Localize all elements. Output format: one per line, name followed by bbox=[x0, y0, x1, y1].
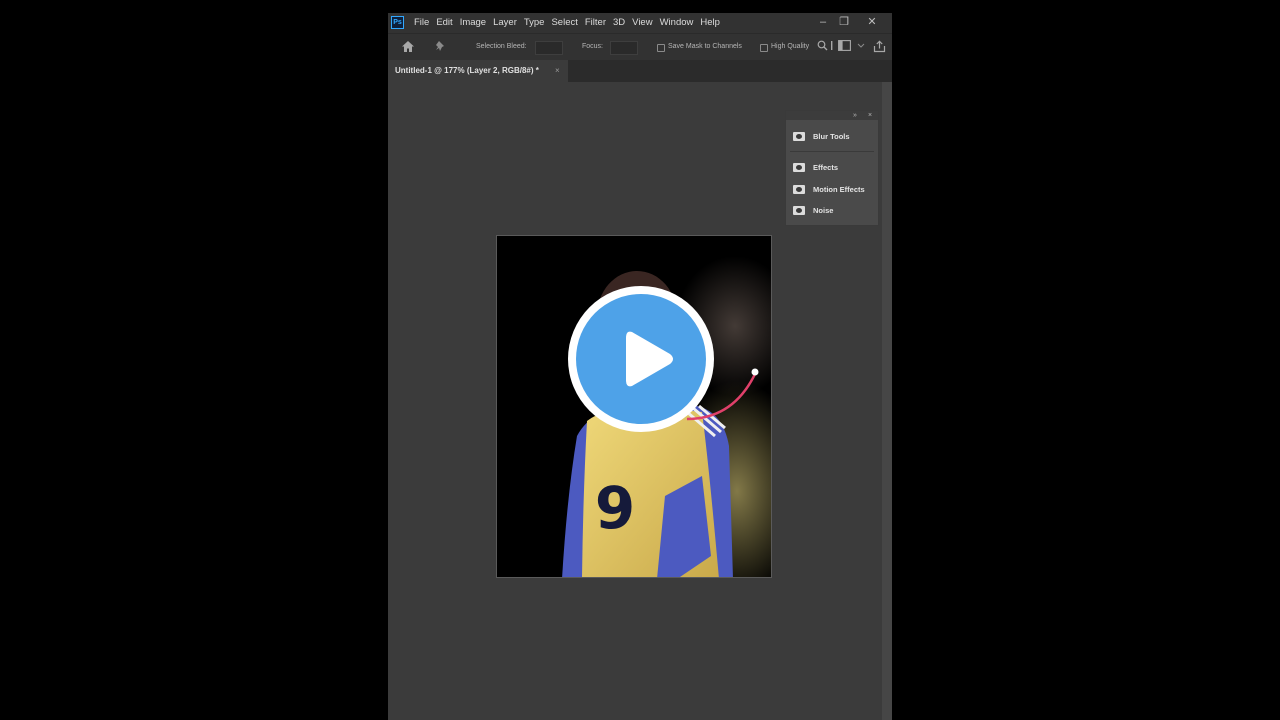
menu-window[interactable]: Window bbox=[660, 13, 694, 33]
high-quality-label: High Quality bbox=[771, 43, 810, 50]
collapse-panel-icon[interactable]: » bbox=[853, 111, 857, 120]
save-mask-checkbox[interactable] bbox=[657, 44, 665, 52]
play-button-face bbox=[576, 294, 706, 424]
menu-help[interactable]: Help bbox=[700, 13, 720, 33]
focus-label: Focus: bbox=[582, 43, 604, 50]
noise-icon bbox=[793, 206, 805, 215]
menu-layer[interactable]: Layer bbox=[493, 13, 517, 33]
effects-icon bbox=[793, 163, 805, 172]
selection-bleed-field[interactable] bbox=[535, 41, 563, 55]
menu-items: File Edit Image Layer Type Select Filter… bbox=[414, 13, 727, 33]
focus-field[interactable] bbox=[610, 41, 638, 55]
divider-icon bbox=[831, 41, 833, 50]
document-tab-title: Untitled-1 @ 177% (Layer 2, RGB/8#) * bbox=[395, 66, 539, 75]
chevron-down-icon[interactable] bbox=[857, 40, 865, 51]
panel-item-noise[interactable]: Noise bbox=[792, 205, 874, 219]
home-icon[interactable] bbox=[401, 40, 415, 53]
motion-effects-icon bbox=[793, 185, 805, 194]
high-quality-checkbox[interactable] bbox=[760, 44, 768, 52]
minimize-button[interactable]: – bbox=[814, 13, 832, 33]
blur-tools-icon bbox=[793, 132, 805, 141]
photoshop-logo-icon: Ps bbox=[391, 16, 404, 29]
restore-button[interactable]: ❐ bbox=[835, 13, 853, 33]
panel-item-label: Noise bbox=[813, 206, 834, 215]
document-tab[interactable]: Untitled-1 @ 177% (Layer 2, RGB/8#) * × bbox=[388, 60, 568, 82]
vertical-scrollbar[interactable] bbox=[882, 82, 892, 720]
panel-item-blur-tools[interactable]: Blur Tools bbox=[792, 131, 874, 145]
panel-item-effects[interactable]: Effects bbox=[792, 162, 874, 176]
workspace-icon[interactable] bbox=[838, 40, 851, 51]
menu-type[interactable]: Type bbox=[524, 13, 545, 33]
menu-filter[interactable]: Filter bbox=[585, 13, 606, 33]
jersey-number: 9 bbox=[595, 474, 635, 542]
panel-item-label: Motion Effects bbox=[813, 185, 865, 194]
panel-item-label: Effects bbox=[813, 163, 839, 172]
menu-view[interactable]: View bbox=[632, 13, 652, 33]
save-mask-label: Save Mask to Channels bbox=[668, 43, 742, 50]
panel-item-label: Blur Tools bbox=[813, 132, 850, 141]
menu-image[interactable]: Image bbox=[460, 13, 486, 33]
close-tab-icon[interactable]: × bbox=[555, 66, 560, 75]
menu-select[interactable]: Select bbox=[551, 13, 577, 33]
play-icon bbox=[626, 331, 673, 387]
pin-tool-icon[interactable] bbox=[435, 40, 447, 52]
menu-file[interactable]: File bbox=[414, 13, 429, 33]
menu-edit[interactable]: Edit bbox=[436, 13, 452, 33]
panel-header: » × bbox=[786, 111, 878, 120]
blur-gallery-panel: » × Blur Tools Effects Motion Effects No… bbox=[785, 110, 879, 226]
menu-bar: Ps File Edit Image Layer Type Select Fil… bbox=[388, 13, 892, 33]
document-tab-bar: Untitled-1 @ 177% (Layer 2, RGB/8#) * × bbox=[388, 60, 892, 82]
selection-bleed-label: Selection Bleed: bbox=[476, 43, 527, 50]
panel-divider bbox=[790, 151, 874, 152]
share-icon[interactable] bbox=[873, 40, 886, 53]
options-bar: Selection Bleed: Focus: Save Mask to Cha… bbox=[388, 33, 892, 61]
panel-item-motion-effects[interactable]: Motion Effects bbox=[792, 184, 874, 198]
video-play-button[interactable] bbox=[568, 286, 714, 432]
close-button[interactable]: ✕ bbox=[863, 13, 881, 33]
search-icon[interactable] bbox=[817, 40, 828, 51]
close-panel-icon[interactable]: × bbox=[868, 111, 872, 120]
menu-3d[interactable]: 3D bbox=[613, 13, 625, 33]
